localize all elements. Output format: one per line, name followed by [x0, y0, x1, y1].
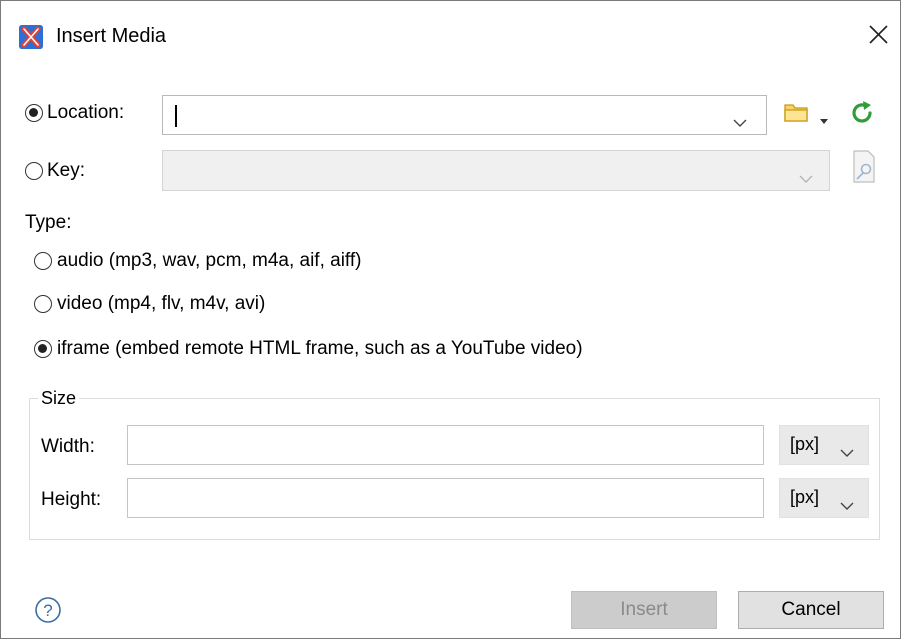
- type-audio-radio[interactable]: [34, 252, 52, 270]
- location-label: Location:: [47, 102, 125, 123]
- key-radio[interactable]: [25, 162, 43, 180]
- svg-text:?: ?: [43, 601, 52, 620]
- close-icon[interactable]: [865, 21, 893, 49]
- location-combo[interactable]: [162, 95, 767, 135]
- dialog-title: Insert Media: [56, 25, 167, 47]
- type-video-radio[interactable]: [34, 295, 52, 313]
- height-unit-value: [px]: [790, 487, 820, 507]
- chevron-down-icon[interactable]: [840, 442, 854, 457]
- help-icon[interactable]: ?: [34, 596, 62, 624]
- title-bar: Insert Media: [1, 1, 900, 71]
- chevron-down-icon: [799, 168, 813, 183]
- cancel-button[interactable]: Cancel: [738, 591, 884, 629]
- width-label: Width:: [41, 436, 95, 457]
- location-radio[interactable]: [25, 104, 43, 122]
- insert-media-dialog: Insert Media Location: Key: Type: audio …: [0, 0, 901, 639]
- size-legend: Size: [41, 388, 77, 408]
- width-input[interactable]: [127, 425, 764, 465]
- oxygen-x-icon: [19, 25, 43, 49]
- type-iframe-label[interactable]: iframe (embed remote HTML frame, such as…: [57, 338, 583, 360]
- refresh-icon[interactable]: [848, 99, 876, 127]
- chevron-down-icon[interactable]: [819, 110, 829, 124]
- chevron-down-icon[interactable]: [840, 495, 854, 510]
- type-audio-label[interactable]: audio (mp3, wav, pcm, m4a, aif, aiff): [57, 250, 361, 272]
- chevron-down-icon[interactable]: [733, 112, 747, 127]
- insert-button[interactable]: Insert: [571, 591, 717, 629]
- width-unit-select[interactable]: [px]: [779, 425, 869, 465]
- key-label: Key:: [47, 160, 86, 181]
- key-combo: [162, 150, 830, 191]
- type-heading: Type:: [25, 212, 72, 233]
- height-label: Height:: [41, 489, 102, 510]
- height-unit-select[interactable]: [px]: [779, 478, 869, 518]
- text-cursor: [175, 105, 177, 127]
- width-unit-value: [px]: [790, 434, 820, 454]
- type-video-label[interactable]: video (mp4, flv, m4v, avi): [57, 293, 265, 315]
- key-lookup-icon: [849, 149, 877, 185]
- type-iframe-radio[interactable]: [34, 340, 52, 358]
- folder-icon[interactable]: [783, 101, 811, 125]
- height-input[interactable]: [127, 478, 764, 518]
